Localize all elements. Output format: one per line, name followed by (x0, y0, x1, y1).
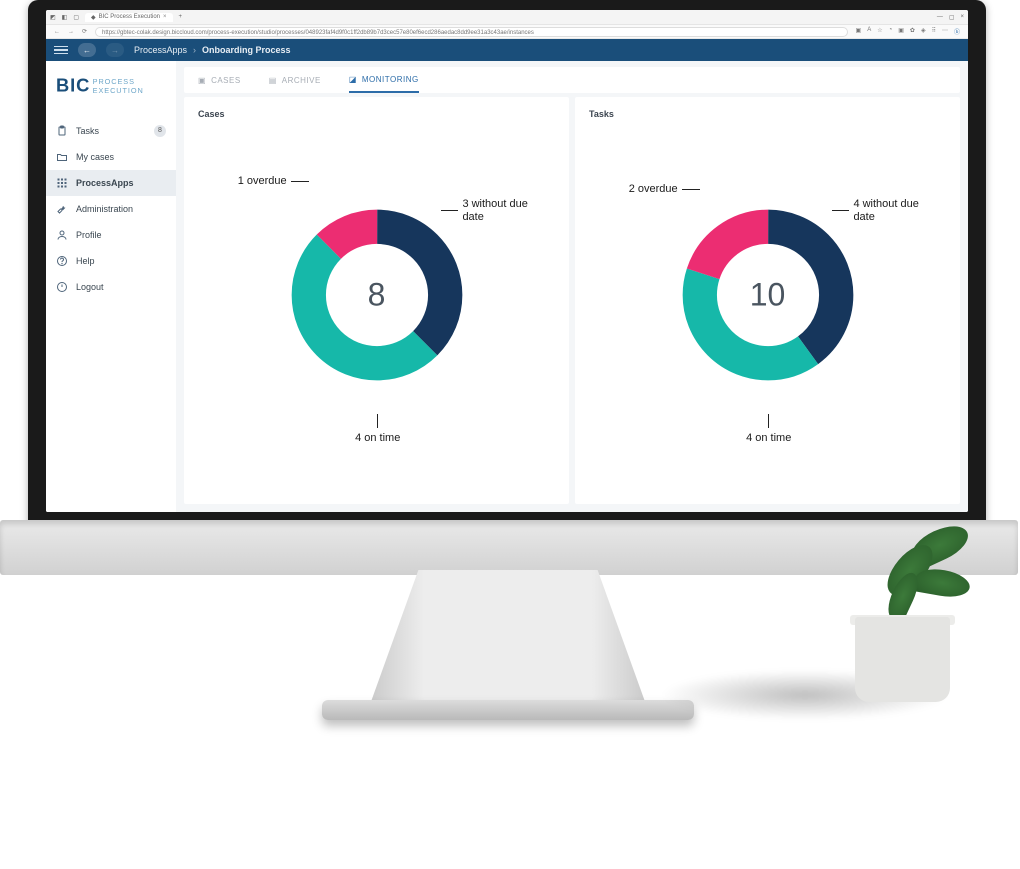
sidebar-item-help[interactable]: Help (46, 248, 176, 274)
star-icon[interactable]: ☆ (877, 27, 882, 36)
window-min-icon[interactable]: — (937, 14, 943, 20)
tab-close-icon[interactable]: × (163, 14, 167, 20)
breadcrumb-root[interactable]: ProcessApps (134, 45, 187, 55)
window-max-icon[interactable]: ▢ (949, 14, 955, 21)
address-field[interactable]: https://gbtec-colak.design.biccloud.com/… (95, 27, 848, 37)
chart-label-overdue: 1 overdue (238, 175, 309, 188)
reload-icon[interactable]: ⟳ (82, 28, 87, 35)
clipboard-icon (56, 125, 68, 137)
sidebar-item-label: Logout (76, 282, 104, 292)
chart-total: 10 (750, 276, 786, 313)
svg-text:PROCESS: PROCESS (93, 77, 135, 86)
tab-bar: ▣ CASES ▤ ARCHIVE ◪ MONITORING (184, 67, 960, 93)
folder-icon (56, 151, 68, 163)
tab-monitoring[interactable]: ◪ MONITORING (349, 67, 419, 93)
chart-label-on-time: 4 on time (355, 414, 400, 445)
ext-icon[interactable]: ◈ (921, 27, 926, 36)
panel-title: Cases (198, 109, 555, 119)
panel-title: Tasks (589, 109, 946, 119)
ext-icon[interactable]: ◔ (889, 27, 893, 36)
ext-icon[interactable]: ▣ (856, 27, 862, 36)
breadcrumb-current: Onboarding Process (202, 45, 291, 55)
sidebar-badge: 8 (154, 125, 166, 137)
help-icon (56, 255, 68, 267)
sidebar: BIC PROCESS EXECUTION Tasks 8 (46, 61, 176, 512)
chart-label-on-time: 4 on time (746, 414, 791, 445)
svg-text:EXECUTION: EXECUTION (93, 86, 144, 95)
os-icon: ◧ (62, 14, 68, 21)
forward-button[interactable]: → (106, 43, 124, 57)
monitor-foot (322, 700, 694, 720)
panel-cases: Cases 8 3 without due da (184, 97, 569, 504)
chart-icon: ◪ (349, 75, 357, 84)
os-icon: ◩ (50, 14, 56, 21)
os-icon: ▢ (73, 14, 79, 21)
nav-forward-icon[interactable]: → (68, 29, 74, 35)
ext-icon[interactable]: ⠿ (932, 27, 936, 36)
screen: ◩ ◧ ▢ ◆ BIC Process Execution × + — ▢ × … (46, 10, 968, 512)
browser-tab[interactable]: ◆ BIC Process Execution × (85, 13, 173, 22)
chevron-right-icon: › (193, 45, 196, 55)
browser-tab-strip: ◩ ◧ ▢ ◆ BIC Process Execution × + — ▢ × (46, 10, 968, 25)
tab-label: MONITORING (362, 75, 419, 84)
sidebar-item-label: Tasks (76, 126, 99, 136)
monitor-base (0, 520, 1018, 575)
user-icon (56, 229, 68, 241)
tab-title: BIC Process Execution (99, 14, 160, 20)
folder-icon: ▣ (198, 76, 206, 85)
ext-icon[interactable]: A (867, 27, 871, 36)
tab-label: ARCHIVE (282, 76, 321, 85)
ext-icon[interactable]: ✿ (910, 27, 915, 36)
menu-icon[interactable] (54, 46, 68, 55)
monitor-stem (368, 570, 648, 710)
chart-cases: 8 3 without due date 4 on time 1 overdue (198, 123, 555, 496)
sidebar-item-processapps[interactable]: ProcessApps (46, 170, 176, 196)
chart-total: 8 (368, 276, 386, 313)
sidebar-item-label: My cases (76, 152, 114, 162)
breadcrumb: ProcessApps › Onboarding Process (134, 45, 291, 55)
brand-logo: BIC PROCESS EXECUTION (46, 73, 176, 118)
nav-back-icon[interactable]: ← (54, 29, 60, 35)
chart-label-without-due: 4 without due date (832, 198, 942, 224)
sidebar-item-profile[interactable]: Profile (46, 222, 176, 248)
window-close-icon[interactable]: × (960, 14, 964, 20)
tab-favicon: ◆ (91, 14, 96, 21)
app-header: ← → ProcessApps › Onboarding Process (46, 39, 968, 61)
chart-label-overdue: 2 overdue (629, 183, 700, 196)
tab-label: CASES (211, 76, 241, 85)
logout-icon (56, 281, 68, 293)
chart-label-without-due: 3 without due date (441, 198, 551, 224)
sidebar-item-logout[interactable]: Logout (46, 274, 176, 300)
browser-url-bar: ← → ⟳ https://gbtec-colak.design.bicclou… (46, 25, 968, 39)
ext-icon[interactable]: ▣ (898, 27, 904, 36)
apps-icon (56, 177, 68, 189)
sidebar-item-label: ProcessApps (76, 178, 134, 188)
sidebar-item-label: Help (76, 256, 95, 266)
tab-cases[interactable]: ▣ CASES (198, 76, 241, 85)
menu-icon[interactable]: ⋯ (942, 27, 948, 36)
sidebar-item-label: Profile (76, 230, 102, 240)
sidebar-item-administration[interactable]: Administration (46, 196, 176, 222)
monitor-frame: ◩ ◧ ▢ ◆ BIC Process Execution × + — ▢ × … (28, 0, 986, 530)
profile-icon[interactable]: ⓑ (954, 27, 960, 36)
sidebar-item-mycases[interactable]: My cases (46, 144, 176, 170)
chart-tasks: 10 4 without due date 4 on time 2 overdu… (589, 123, 946, 496)
wrench-icon (56, 203, 68, 215)
sidebar-item-label: Administration (76, 204, 133, 214)
new-tab-button[interactable]: + (179, 14, 183, 20)
sidebar-item-tasks[interactable]: Tasks 8 (46, 118, 176, 144)
svg-text:BIC: BIC (56, 74, 90, 95)
archive-icon: ▤ (269, 76, 277, 85)
tab-archive[interactable]: ▤ ARCHIVE (269, 76, 321, 85)
plant-pot (855, 617, 950, 702)
back-button[interactable]: ← (78, 43, 96, 57)
content: ▣ CASES ▤ ARCHIVE ◪ MONITORING (176, 61, 968, 512)
panel-tasks: Tasks 10 4 without due d (575, 97, 960, 504)
